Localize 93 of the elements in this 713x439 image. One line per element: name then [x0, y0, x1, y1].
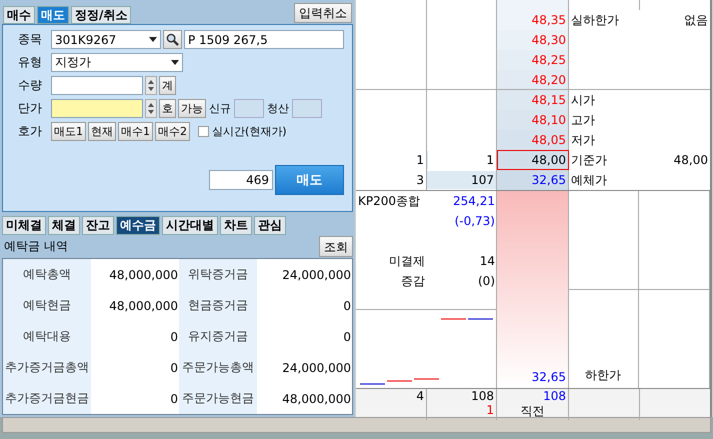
dropdown-caret-icon[interactable] — [171, 60, 179, 65]
row-label: 추가증거금총액 — [3, 352, 91, 383]
index-label: KP200종합 — [358, 192, 420, 210]
count-cell: 1 — [416, 153, 424, 167]
quote-button[interactable]: 매수2 — [155, 122, 190, 141]
quantity-cell: 1 — [486, 403, 494, 417]
order-type-dropdown[interactable]: 지정가 — [51, 53, 183, 72]
field-label: 호가 — [17, 123, 43, 140]
lower-limit-price: 32,65 — [497, 191, 569, 388]
quantity-field[interactable] — [51, 76, 143, 95]
row-label: 주문가능총액 — [179, 352, 257, 383]
close-field — [292, 99, 322, 118]
field-label: 청산 — [267, 101, 289, 116]
account-tab[interactable]: 시간대별 — [162, 216, 218, 235]
order-quantity-field[interactable]: 469 — [209, 170, 273, 190]
info-label: 시가 — [571, 92, 595, 108]
quantity-cell: 107 — [471, 173, 494, 187]
amount-cell-text: 0 — [169, 390, 179, 408]
amount-cell-text: 0 — [342, 328, 352, 346]
account-tab[interactable]: 체결 — [48, 216, 80, 235]
query-button[interactable]: 조회 — [319, 236, 353, 257]
count-cell: 3 — [416, 173, 424, 187]
account-tab[interactable]: 예수금 — [116, 216, 160, 235]
cancel-input-button[interactable]: 입력취소 — [294, 3, 352, 23]
row-label: 유지증거금 — [179, 321, 257, 352]
order-tab[interactable]: 정정/취소 — [71, 6, 132, 24]
row-label: 주문가능현금 — [179, 383, 257, 414]
account-tab[interactable]: 관심 — [254, 216, 286, 235]
amount-cell-text: 48,000,000 — [281, 390, 352, 408]
checkbox[interactable] — [198, 126, 209, 137]
change-label: 증감 — [401, 272, 425, 290]
open-interest-label: 미결제 — [389, 252, 425, 270]
index-change: (-0,73) — [454, 214, 495, 228]
price-cell[interactable]: 48,35 — [497, 10, 569, 30]
change-value: (0) — [478, 274, 495, 288]
info-label: 예체가 — [571, 172, 607, 188]
new-field — [234, 99, 264, 118]
tick-button[interactable]: 호 — [159, 99, 176, 118]
price-cell[interactable]: 48,00 — [497, 150, 569, 170]
amount-cell-text: 48,000,000 — [108, 266, 179, 284]
order-tab[interactable]: 매도 — [37, 6, 69, 24]
info-label: 저가 — [571, 132, 595, 148]
info-label: 하한가 — [585, 367, 621, 384]
account-tab[interactable]: 미체결 — [2, 216, 46, 235]
row-label: 추가증거금현금 — [3, 383, 91, 414]
info-label: 기준가 — [571, 152, 607, 168]
symbol-name-field[interactable]: P 1509 267,5 — [184, 30, 344, 49]
quantity-cell: 108 — [471, 389, 494, 403]
info-label: 고가 — [571, 112, 595, 128]
open-interest-value: 14 — [480, 254, 495, 268]
available-button[interactable]: 가능 — [178, 99, 206, 118]
row-label: 현금증거금 — [179, 290, 257, 321]
amount-cell-text: 0 — [169, 360, 179, 376]
field-label: 단가 — [17, 100, 43, 117]
amount-cell-text: 0 — [342, 298, 352, 314]
price-cell[interactable]: 48,30 — [497, 30, 569, 50]
quantity-cell: 108 — [543, 389, 566, 403]
search-icon — [166, 33, 179, 46]
account-tab[interactable]: 차트 — [220, 216, 252, 235]
checkbox-label: 실시간(현재가) — [212, 124, 287, 139]
info-value: 없음 — [684, 12, 708, 28]
info-label: 실하한가 — [571, 12, 619, 28]
index-value: 254,21 — [453, 194, 495, 208]
panel-title: 예탁금 내역 — [4, 238, 68, 255]
calc-button[interactable]: 계 — [159, 76, 176, 95]
quantity-cell: 1 — [486, 153, 494, 167]
count-cell: 4 — [416, 389, 424, 403]
field-label: 신규 — [209, 101, 231, 116]
previous-label: 직전 — [520, 403, 544, 420]
dropdown-caret-icon[interactable] — [149, 37, 157, 42]
quote-button[interactable]: 매수1 — [118, 122, 153, 141]
field-label: 수량 — [17, 77, 43, 94]
search-button[interactable] — [163, 30, 182, 49]
amount-cell-text: 24,000,000 — [281, 360, 352, 376]
quote-button[interactable]: 매도1 — [51, 122, 86, 141]
field-label: 종목 — [17, 31, 43, 48]
symbol-dropdown[interactable]: 301K9267 — [51, 30, 161, 49]
amount-cell-text: 24,000,000 — [281, 266, 352, 284]
info-value: 48,00 — [674, 153, 708, 167]
order-tab[interactable]: 매수 — [3, 6, 35, 24]
amount-cell-text: 48,000,000 — [108, 298, 179, 314]
row-label: 위탁증거금 — [179, 259, 257, 290]
spinner-arrows-icon[interactable] — [145, 76, 157, 95]
field-label: 유형 — [17, 54, 43, 71]
spinner-arrows-icon[interactable] — [145, 99, 157, 118]
row-label: 예탁대용 — [3, 321, 91, 352]
price-cell[interactable]: 32,65 — [497, 170, 569, 190]
price-field[interactable] — [51, 99, 143, 118]
row-label: 예탁현금 — [3, 290, 91, 321]
quote-button[interactable]: 현재 — [88, 122, 116, 141]
amount-cell-text: 0 — [169, 328, 179, 346]
row-label: 예탁총액 — [3, 259, 91, 290]
account-tab[interactable]: 잔고 — [82, 216, 114, 235]
